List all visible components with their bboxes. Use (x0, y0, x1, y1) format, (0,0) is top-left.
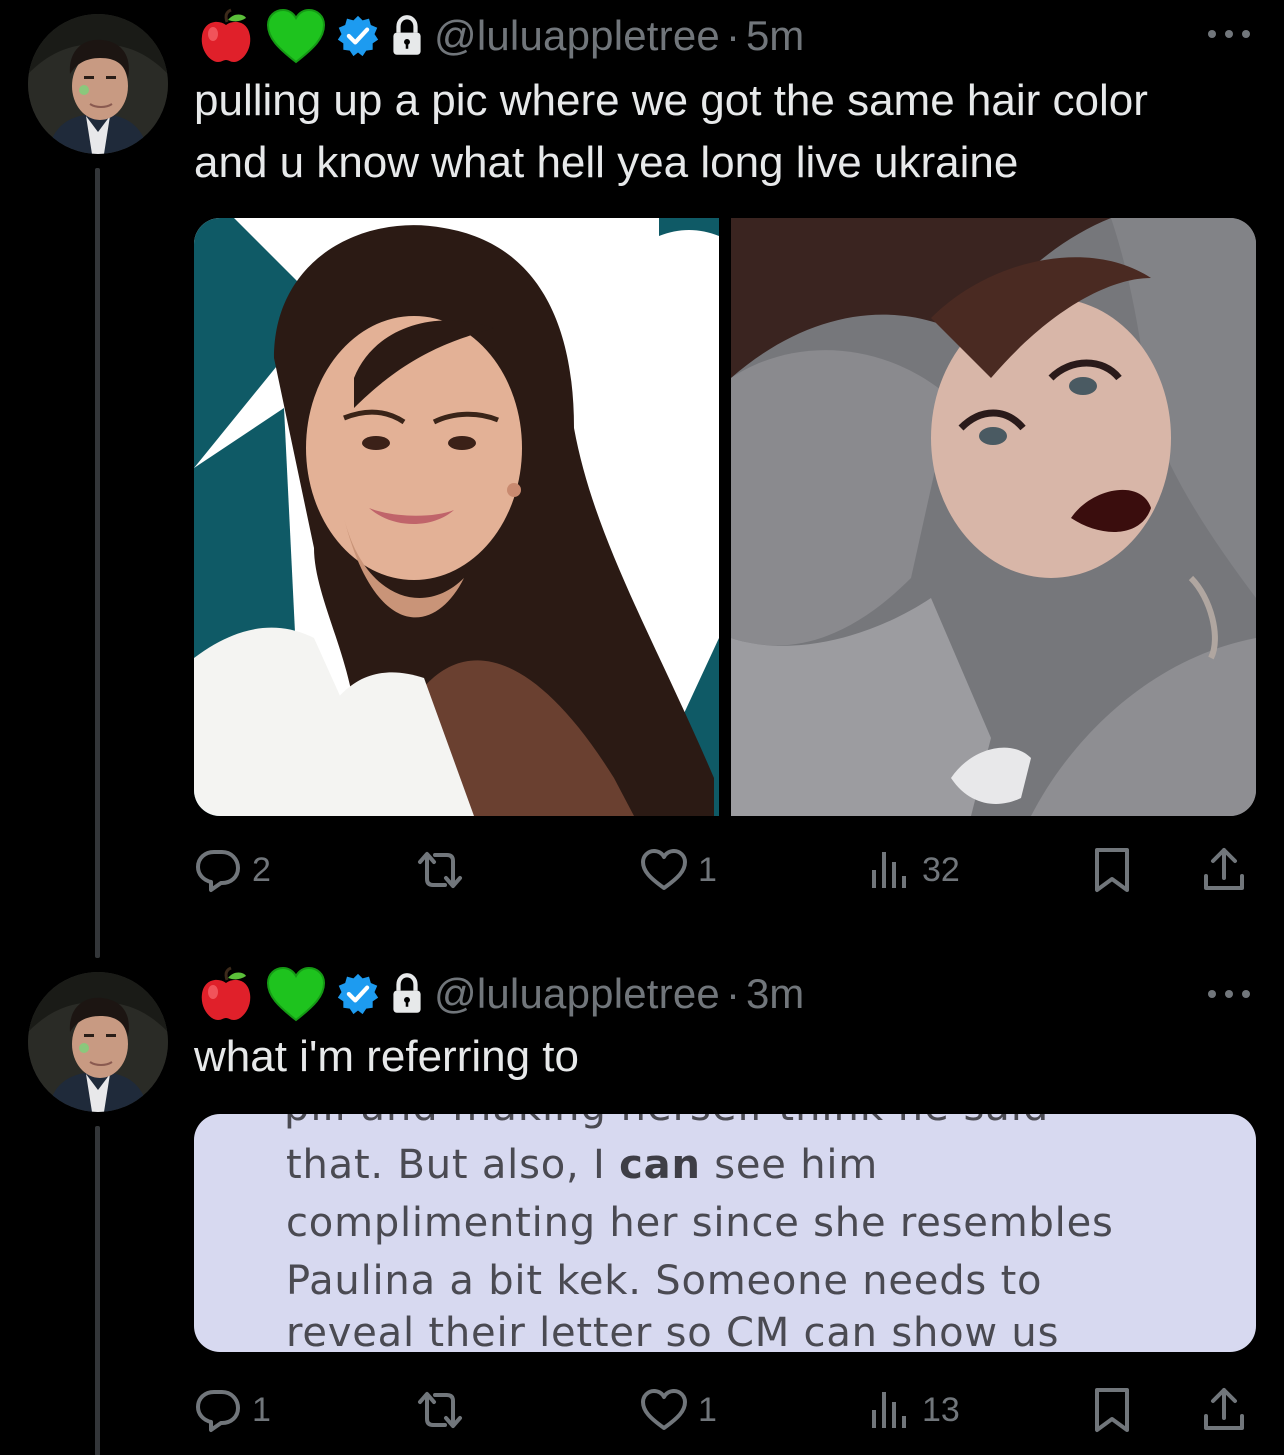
reply-button[interactable]: 1 (194, 1380, 271, 1440)
photo-right[interactable] (731, 218, 1256, 816)
bookmark-button[interactable] (1088, 1380, 1136, 1440)
tweet-text: pulling up a pic where we got the same h… (194, 70, 1254, 194)
views-button[interactable]: 13 (864, 1380, 960, 1440)
card-text-line: Paulina a bit kek. Someone needs to (286, 1258, 1043, 1304)
retweet-button[interactable] (416, 840, 474, 900)
share-button[interactable] (1200, 1380, 1248, 1440)
timestamp[interactable]: 3m (746, 970, 804, 1018)
verified-badge-icon (336, 972, 380, 1016)
separator: · (725, 12, 740, 59)
photo-left[interactable] (194, 218, 719, 816)
avatar-image (28, 14, 168, 154)
bookmark-button[interactable] (1088, 840, 1136, 900)
retweet-icon (416, 846, 464, 894)
thread-line (95, 1126, 100, 1455)
action-bar: 1 1 13 (194, 1380, 1256, 1440)
reply-icon (194, 1386, 242, 1434)
media-grid[interactable] (194, 218, 1256, 816)
retweet-button[interactable] (416, 1380, 474, 1440)
views-count: 13 (922, 1390, 960, 1429)
photo-left-image (194, 218, 719, 816)
avatar-image (28, 972, 168, 1112)
tweet[interactable]: @luluappletree · 5m pulling up a pic whe… (0, 0, 1284, 960)
retweet-icon (416, 1386, 464, 1434)
tweet-header: @luluappletree · 5m (196, 8, 804, 64)
lock-icon (390, 15, 424, 57)
share-icon (1200, 846, 1248, 894)
bookmark-icon (1088, 846, 1136, 894)
card-text-segment: see him (700, 1142, 879, 1188)
action-bar: 2 1 32 (194, 840, 1256, 900)
card-text-cut-line: pill and making herself think he said (284, 1114, 1049, 1130)
like-icon (640, 1386, 688, 1434)
card-text-bold: can (619, 1142, 701, 1188)
views-count: 32 (922, 850, 960, 889)
user-handle[interactable]: @luluappletree (434, 970, 720, 1018)
share-button[interactable] (1200, 840, 1248, 900)
views-icon (864, 846, 912, 894)
card-text: that. But also, I can see him compliment… (286, 1136, 1226, 1310)
user-handle[interactable]: @luluappletree (434, 12, 720, 60)
like-count: 1 (698, 850, 717, 889)
tweet-text-line: what i'm referring to (194, 1032, 579, 1081)
reply-icon (194, 846, 242, 894)
more-options-icon[interactable] (1204, 24, 1254, 44)
timestamp[interactable]: 5m (746, 12, 804, 60)
like-count: 1 (698, 1390, 717, 1429)
card-text-line: that. But also, I can see him (286, 1136, 1226, 1194)
tweet-text: what i'm referring to (194, 1026, 1254, 1088)
bookmark-icon (1088, 1386, 1136, 1434)
card-text-segment: that. But also, I (286, 1142, 620, 1188)
card-text-line: complimenting her since she resembles (286, 1200, 1114, 1246)
reply-count: 2 (252, 850, 271, 889)
views-button[interactable]: 32 (864, 840, 960, 900)
tweet-text-line: pulling up a pic where we got the same h… (194, 76, 1148, 125)
verified-badge-icon (336, 14, 380, 58)
views-icon (864, 1386, 912, 1434)
more-options-icon[interactable] (1204, 984, 1254, 1004)
like-button[interactable]: 1 (640, 1380, 717, 1440)
photo-right-image (731, 218, 1256, 816)
green-heart-emoji (266, 966, 326, 1022)
attached-image-card[interactable]: pill and making herself think he said th… (194, 1114, 1256, 1352)
thread-line (95, 168, 100, 958)
green-heart-emoji (266, 8, 326, 64)
avatar[interactable] (28, 14, 168, 154)
red-apple-emoji (196, 966, 256, 1022)
red-apple-emoji (196, 8, 256, 64)
reply-count: 1 (252, 1390, 271, 1429)
reply-button[interactable]: 2 (194, 840, 271, 900)
separator: · (725, 970, 740, 1017)
tweet-text-line: and u know what hell yea long live ukrai… (194, 138, 1019, 187)
lock-icon (390, 973, 424, 1015)
share-icon (1200, 1386, 1248, 1434)
avatar[interactable] (28, 972, 168, 1112)
like-button[interactable]: 1 (640, 840, 717, 900)
tweet-header: @luluappletree · 3m (196, 966, 804, 1022)
like-icon (640, 846, 688, 894)
tweet[interactable]: @luluappletree · 3m what i'm referring t… (0, 960, 1284, 1455)
card-text-line: reveal their letter so CM can show us (286, 1310, 1060, 1352)
